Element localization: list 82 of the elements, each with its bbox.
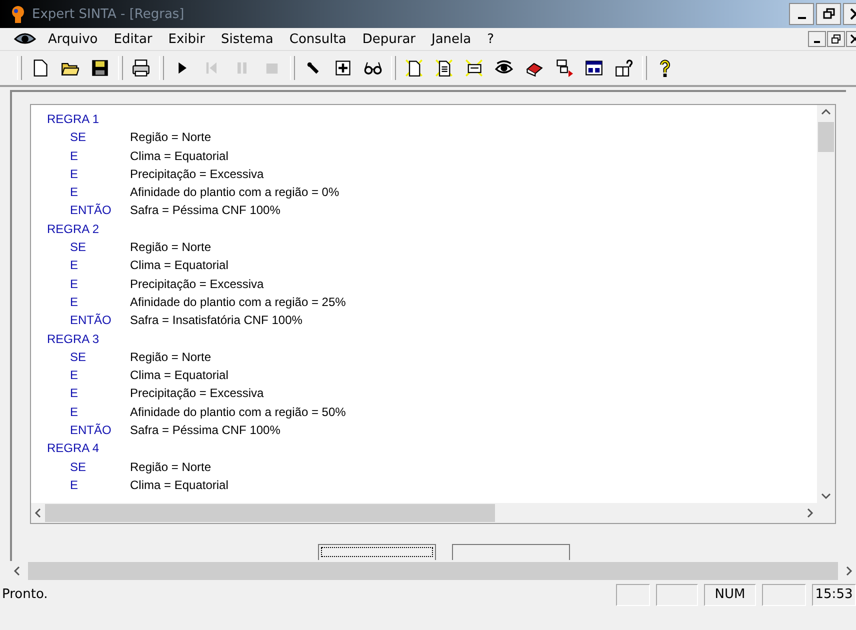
plus-box-icon: [334, 59, 352, 77]
printer-button[interactable]: [130, 57, 152, 79]
rule-condition: Safra = Péssima CNF 100%: [130, 422, 280, 440]
document-sparkle-button[interactable]: [403, 57, 425, 79]
rule-keyword: ENTÃO: [70, 202, 112, 220]
card-sparkle-button[interactable]: [463, 57, 485, 79]
rule-title: REGRA 2: [47, 220, 100, 238]
new-document-icon: [31, 59, 49, 77]
minimize-icon: [814, 41, 820, 43]
rule-condition: Safra = Insatisfatória CNF 100%: [130, 312, 302, 330]
rule-keyword: E: [70, 148, 80, 165]
menu-item[interactable]: Editar: [106, 30, 160, 48]
menu-item[interactable]: Consulta: [281, 30, 354, 48]
rule-title: REGRA 4: [47, 440, 100, 458]
rule-keyword: E: [70, 257, 80, 274]
rule-keyword: ENTÃO: [70, 312, 112, 330]
rule-condition: Safra = Péssima CNF 100%: [130, 202, 280, 220]
document-sparkle-icon: [405, 59, 423, 77]
head-icon: [10, 5, 26, 23]
rule-condition: Afinidade do plantio com a região = 0%: [130, 184, 340, 202]
rule-keyword: E: [70, 184, 80, 202]
document-sparkle-button[interactable]: [433, 57, 455, 79]
vertical-scrollbar[interactable]: [817, 105, 835, 503]
minimize-button[interactable]: [789, 3, 814, 25]
restore-button[interactable]: [827, 31, 845, 47]
rule-condition: Clima = Equatorial: [130, 476, 228, 494]
rule-keyword: E: [70, 385, 80, 402]
rule-condition: Precipitação = Excessiva: [130, 276, 264, 293]
rule-keyword: SE: [70, 239, 88, 256]
rule-condition: Clima = Equatorial: [130, 257, 228, 274]
rule-condition: Precipitação = Excessiva: [130, 385, 264, 402]
rule-keyword: E: [70, 276, 80, 293]
window-form-icon: [585, 59, 603, 77]
menu-item[interactable]: Arquivo: [40, 30, 106, 48]
rule-condition: Clima = Equatorial: [130, 148, 228, 165]
menu-item[interactable]: Exibir: [160, 30, 213, 48]
scrollbar-thumb[interactable]: [818, 122, 834, 152]
rule-keyword: E: [70, 367, 80, 384]
menu-item[interactable]: Sistema: [213, 30, 282, 48]
rule-condition: Clima = Equatorial: [130, 367, 228, 384]
status-panel: [762, 584, 806, 606]
status-panel: [656, 584, 698, 606]
rule-keyword: ENTÃO: [70, 422, 112, 440]
minimize-icon: [798, 17, 806, 19]
floppy-disk-button[interactable]: [89, 57, 111, 79]
status-panel: NUM: [704, 584, 756, 606]
rule-keyword: SE: [70, 348, 88, 366]
menu-item[interactable]: Janela: [424, 30, 480, 48]
rule-keyword: SE: [70, 129, 88, 146]
rule-keyword: SE: [70, 458, 88, 476]
document-sparkle-icon: [435, 59, 453, 77]
rule-condition: Região = Norte: [130, 239, 212, 256]
rule-keyword: E: [70, 476, 80, 494]
minimize-button[interactable]: [808, 31, 826, 47]
dialog-button[interactable]: [318, 544, 436, 560]
book-question-button[interactable]: [613, 57, 635, 79]
rule-condition: Região = Norte: [130, 129, 212, 146]
status-panel: [616, 584, 650, 606]
rule-condition: Região = Norte: [130, 348, 212, 366]
status-panel: 15:53: [812, 584, 856, 606]
rule-condition: Região = Norte: [130, 458, 212, 476]
menu-item[interactable]: ?: [479, 30, 502, 48]
flowchart-icon: [555, 59, 573, 77]
card-sparkle-icon: [465, 59, 483, 77]
horizontal-scrollbar[interactable]: [31, 503, 835, 523]
rule-title: REGRA 1: [47, 111, 100, 128]
status-message: Pronto.: [1, 587, 49, 602]
rule-keyword: E: [70, 294, 80, 311]
menu-item[interactable]: Depurar: [354, 30, 424, 48]
rule-condition: Precipitação = Excessiva: [130, 166, 264, 183]
rule-condition: Afinidade do plantio com a região = 50%: [130, 404, 346, 421]
book-question-icon: [615, 59, 633, 77]
rule-condition: Afinidade do plantio com a região = 25%: [130, 294, 346, 311]
window-title: Expert SINTA - [Regras]: [32, 6, 186, 22]
rule-keyword: E: [70, 404, 80, 421]
restore-icon: [822, 8, 834, 20]
printer-icon: [132, 59, 150, 77]
restore-icon: [831, 34, 841, 44]
scrollbar-thumb[interactable]: [45, 504, 495, 522]
rule-title: REGRA 3: [47, 330, 100, 348]
rule-keyword: E: [70, 166, 80, 183]
restore-button[interactable]: [816, 3, 841, 25]
